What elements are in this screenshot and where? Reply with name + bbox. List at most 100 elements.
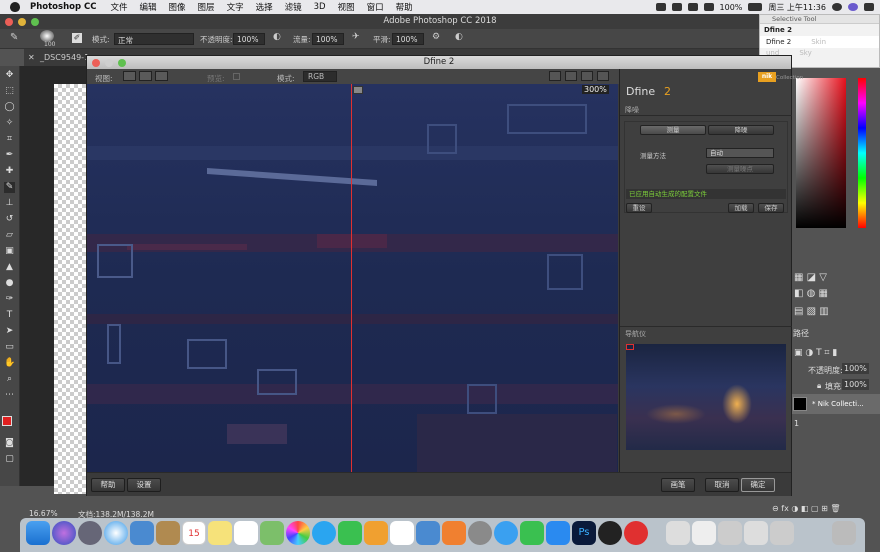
- paths-tab[interactable]: 路径: [793, 328, 809, 339]
- numbers-icon[interactable]: [390, 521, 414, 545]
- wechat-status-icon[interactable]: [671, 3, 682, 11]
- type-tool-icon[interactable]: T: [4, 310, 15, 321]
- pen-tool-icon[interactable]: ✑: [4, 294, 15, 305]
- apple-icon[interactable]: [10, 2, 20, 12]
- siri-icon[interactable]: [848, 3, 858, 11]
- brush-button[interactable]: 画笔: [661, 478, 695, 492]
- view-split-icon[interactable]: [139, 71, 152, 81]
- lock-status-icon[interactable]: [687, 3, 698, 11]
- view-single-icon[interactable]: [123, 71, 136, 81]
- opacity-input[interactable]: 100%: [233, 33, 265, 45]
- airbrush-icon[interactable]: ✈: [352, 32, 360, 42]
- path-select-icon[interactable]: ➤: [4, 326, 15, 337]
- menu-view[interactable]: 视图: [338, 1, 355, 13]
- menu-help[interactable]: 帮助: [396, 1, 413, 13]
- eraser-icon[interactable]: ▱: [4, 230, 15, 241]
- gear-icon[interactable]: ⚙: [432, 32, 440, 42]
- document-dock-icon[interactable]: [666, 521, 690, 545]
- save-button[interactable]: 保存: [758, 203, 784, 213]
- healing-brush-icon[interactable]: ✚: [4, 166, 15, 177]
- zoom-tool-icon[interactable]: ⌕: [4, 374, 15, 385]
- clock[interactable]: 周三 上午11:36: [768, 2, 826, 13]
- move-tool-icon[interactable]: ✥: [4, 70, 15, 81]
- dodge-icon[interactable]: ●: [4, 278, 15, 289]
- cancel-button[interactable]: 取消: [705, 478, 739, 492]
- quicktime-icon[interactable]: [494, 521, 518, 545]
- lasso-tool-icon[interactable]: ◯: [4, 102, 15, 113]
- blur-icon[interactable]: ▲: [4, 262, 15, 273]
- split-handle-icon[interactable]: [353, 86, 363, 94]
- calendar-icon[interactable]: 15: [182, 521, 206, 545]
- zoom-level[interactable]: 16.67%: [29, 509, 58, 518]
- adjustment-icons-row3[interactable]: ▤ ▧ ▥: [794, 306, 829, 317]
- mail-icon[interactable]: [130, 521, 154, 545]
- adjustment-icons-row2[interactable]: ◧ ◍ ▦: [794, 288, 828, 299]
- system-preferences-icon[interactable]: [468, 521, 492, 545]
- notification-icon[interactable]: [864, 3, 874, 11]
- brush-tool-icon[interactable]: ✎: [10, 32, 18, 43]
- split-divider-line[interactable]: [351, 84, 352, 472]
- history-brush-icon[interactable]: ↺: [4, 214, 15, 225]
- qq-dock-icon[interactable]: [598, 521, 622, 545]
- siri-dock-icon[interactable]: [52, 521, 76, 545]
- dfine-zoom-icon[interactable]: [118, 59, 126, 67]
- view-side-by-side-icon[interactable]: [155, 71, 168, 81]
- marquee-tool-icon[interactable]: ⬚: [4, 86, 15, 97]
- menu-select[interactable]: 选择: [256, 1, 273, 13]
- downloads-dock-icon[interactable]: [770, 521, 794, 545]
- photoshop-dock-icon[interactable]: Ps: [572, 521, 596, 545]
- shape-tool-icon[interactable]: ▭: [4, 342, 15, 353]
- layer-name-2[interactable]: 1: [794, 419, 799, 428]
- more-tools-icon[interactable]: ⋯: [4, 390, 15, 401]
- search-icon[interactable]: [832, 3, 842, 11]
- clone-stamp-icon[interactable]: ⊥: [4, 198, 15, 209]
- document-tab[interactable]: _DSC9549-1: [40, 53, 89, 62]
- color-picker-field[interactable]: [796, 78, 846, 228]
- dfine-preview-image[interactable]: 300%: [87, 84, 618, 472]
- color-picker-icon[interactable]: [597, 71, 609, 81]
- tab-reduce[interactable]: 降噪: [708, 125, 774, 135]
- tab-measure[interactable]: 测量: [640, 125, 706, 135]
- crop-tool-icon[interactable]: ⌗: [4, 134, 15, 145]
- ibooks-icon[interactable]: [442, 521, 466, 545]
- menu-image[interactable]: 图像: [169, 1, 186, 13]
- launchpad-icon[interactable]: [78, 521, 102, 545]
- layer-fill-input[interactable]: 100%: [842, 379, 869, 390]
- menu-edit[interactable]: 编辑: [140, 1, 157, 13]
- noise-reduction-header[interactable]: 降噪: [625, 105, 639, 115]
- safari-icon[interactable]: [104, 521, 128, 545]
- qq-status-icon[interactable]: [655, 3, 666, 11]
- tab-close-icon[interactable]: ✕: [28, 53, 35, 62]
- notes-icon[interactable]: [208, 521, 232, 545]
- layer-opacity-input[interactable]: 100%: [842, 363, 869, 374]
- battery-percent[interactable]: 100%: [720, 3, 743, 12]
- ok-button[interactable]: 确定: [741, 478, 775, 492]
- foreground-color-swatch[interactable]: [2, 416, 12, 426]
- folder-dock-icon[interactable]: [744, 521, 768, 545]
- zoom-in-icon[interactable]: [565, 71, 577, 81]
- brush-panel-icon[interactable]: ✐: [72, 33, 82, 43]
- hue-slider[interactable]: [858, 78, 866, 228]
- flow-input[interactable]: 100%: [312, 33, 344, 45]
- eyedropper-icon[interactable]: ✒: [4, 150, 15, 161]
- preview-checkbox[interactable]: [233, 73, 240, 80]
- trash-icon[interactable]: [832, 521, 856, 545]
- help-button[interactable]: 帮助: [91, 478, 125, 492]
- pointer-tool-icon[interactable]: [549, 71, 561, 81]
- battery-icon[interactable]: [748, 3, 763, 11]
- maps-icon[interactable]: [260, 521, 284, 545]
- reset-button[interactable]: 重设: [626, 203, 652, 213]
- hand-tool-icon[interactable]: ✋: [4, 358, 15, 369]
- pressure-opacity-icon[interactable]: ◐: [273, 32, 281, 42]
- keynote-icon[interactable]: [416, 521, 440, 545]
- layer-row-selected[interactable]: * Nik Collecti...: [790, 394, 880, 414]
- settings-button[interactable]: 设置: [127, 478, 161, 492]
- photos-icon[interactable]: [286, 521, 310, 545]
- menu-layer[interactable]: 图层: [198, 1, 215, 13]
- pressure-size-icon[interactable]: ◐: [455, 32, 463, 42]
- menu-type[interactable]: 文字: [227, 1, 244, 13]
- dfine-close-icon[interactable]: [92, 59, 100, 67]
- brush-tool-icon-side[interactable]: ✎: [4, 182, 15, 193]
- lock-icon[interactable]: 🔒︎: [817, 381, 821, 391]
- layer-bottom-icons[interactable]: ⊖ fx ◑ ◧ ▢ ⊞ 🗑︎: [772, 504, 840, 513]
